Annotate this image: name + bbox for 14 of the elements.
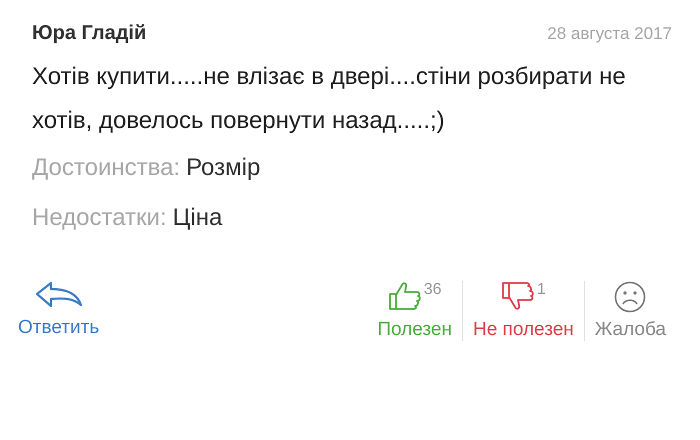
author-name: Юра Гладій	[32, 22, 146, 45]
thumbs-up-icon	[388, 281, 422, 311]
cons-value: Ціна	[172, 204, 222, 231]
review-date: 28 августа 2017	[547, 24, 672, 44]
report-button[interactable]: Жалоба	[588, 281, 672, 341]
sad-face-icon	[614, 281, 646, 313]
pros-value: Розмір	[186, 154, 260, 181]
cons-label: Недостатки:	[32, 204, 167, 231]
pros-label: Достоинства:	[32, 154, 180, 181]
thumbs-down-icon	[500, 281, 535, 311]
helpful-button[interactable]: 36 Полезен	[371, 281, 458, 341]
reply-button[interactable]: Ответить	[12, 281, 106, 341]
not-helpful-button[interactable]: 1 Не полезен	[466, 281, 580, 341]
review-text: Хотів купити.....не влізає в двері....стіни розбирати не хотів, довелось повернути назад.....;)	[32, 62, 627, 136]
